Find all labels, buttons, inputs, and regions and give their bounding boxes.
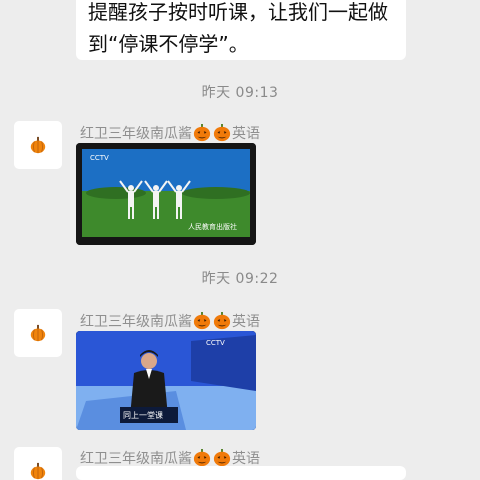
jack-o-lantern-icon	[193, 449, 211, 467]
sender-name-text: 英语	[232, 451, 260, 467]
sender-name: 红卫三年级南瓜酱 英语	[80, 123, 260, 143]
sender-name: 红卫三年级南瓜酱 英语	[80, 311, 260, 331]
avatar[interactable]	[14, 447, 62, 480]
sender-name-text: 英语	[232, 314, 260, 330]
sender-name: 红卫三年级南瓜酱 英语	[80, 448, 260, 468]
jack-o-lantern-icon	[213, 312, 231, 330]
tv-screen-image: CCTV 人民教育出版社	[76, 143, 256, 245]
message-bubble-text[interactable]	[76, 466, 406, 480]
message-text-line: 提醒孩子按时听课，让我们一起做	[88, 0, 388, 24]
jack-o-lantern-icon	[193, 312, 211, 330]
pumpkin-icon	[30, 136, 46, 154]
sender-name-text: 红卫三年级南瓜酱	[80, 314, 192, 330]
sender-name-text: 英语	[232, 126, 260, 142]
jack-o-lantern-icon	[193, 124, 211, 142]
tv-screen-image: 同上一堂课 CCTV	[76, 331, 256, 430]
jack-o-lantern-icon	[213, 449, 231, 467]
avatar[interactable]	[14, 309, 62, 357]
sender-name-text: 红卫三年级南瓜酱	[80, 451, 192, 467]
sender-name-text: 红卫三年级南瓜酱	[80, 126, 192, 142]
pumpkin-icon	[30, 324, 46, 342]
tv-photo-exercise[interactable]: CCTV 人民教育出版社	[76, 143, 256, 245]
message-text-line: 到“停课不停学”。	[88, 32, 249, 56]
jack-o-lantern-icon	[213, 124, 231, 142]
program-caption: 同上一堂课	[123, 410, 163, 420]
watermark: 人民教育出版社	[188, 222, 237, 231]
timestamp: 昨天 09:22	[201, 271, 279, 287]
tv-photo-lesson[interactable]: 同上一堂课 CCTV	[76, 331, 256, 430]
channel-logo: CCTV	[90, 154, 109, 162]
channel-logo: CCTV	[206, 339, 225, 347]
avatar[interactable]	[14, 121, 62, 169]
pumpkin-icon	[30, 462, 46, 480]
timestamp: 昨天 09:13	[201, 85, 279, 101]
message-bubble-text[interactable]: 提醒孩子按时听课，让我们一起做 到“停课不停学”。	[76, 0, 406, 60]
